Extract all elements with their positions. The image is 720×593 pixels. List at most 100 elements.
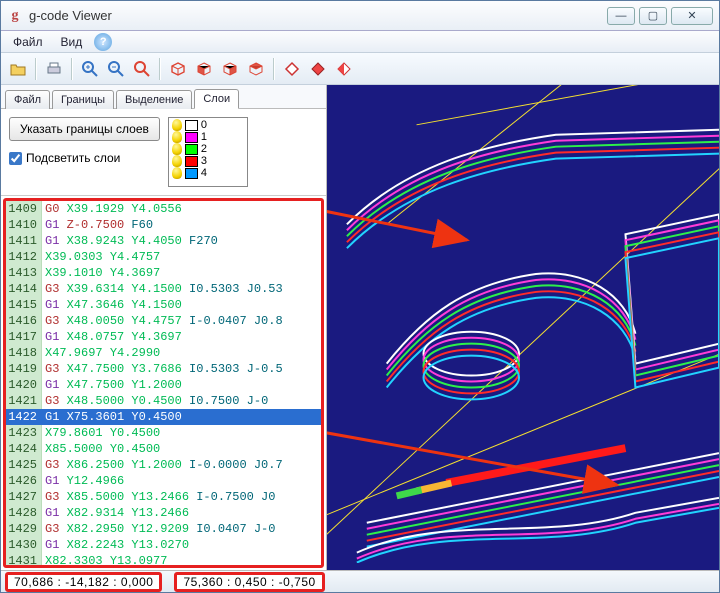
gcode-line[interactable]: 1424X85.5000 Y0.4500 xyxy=(6,441,321,457)
layer-panel: Указать границы слоев Подсветить слои 01… xyxy=(1,109,326,196)
tab-bounds[interactable]: Границы xyxy=(52,90,114,109)
open-icon[interactable] xyxy=(7,58,29,80)
tab-file[interactable]: Файл xyxy=(5,90,50,109)
tab-selection[interactable]: Выделение xyxy=(116,90,192,109)
tabbar: Файл Границы Выделение Слои xyxy=(1,85,326,109)
view-side-icon[interactable] xyxy=(219,58,241,80)
gcode-line[interactable]: 1428G1 X82.9314 Y13.2466 xyxy=(6,505,321,521)
diamond-red-icon[interactable] xyxy=(307,58,329,80)
line-text: G1 X48.0757 Y4.3697 xyxy=(42,329,182,345)
view-iso-icon[interactable] xyxy=(167,58,189,80)
gcode-listing-highlight: 1409G0 X39.1929 Y4.05561410G1 Z-0.7500 F… xyxy=(3,198,324,568)
layer-index: 1 xyxy=(201,131,207,143)
set-layer-bounds-button[interactable]: Указать границы слоев xyxy=(9,117,160,141)
gcode-line[interactable]: 1427G3 X85.5000 Y13.2466 I-0.7500 J0 xyxy=(6,489,321,505)
line-number: 1425 xyxy=(6,457,42,473)
line-number: 1414 xyxy=(6,281,42,297)
bulb-icon xyxy=(172,131,182,143)
highlight-layers-input[interactable] xyxy=(9,152,22,165)
line-number: 1410 xyxy=(6,217,42,233)
gcode-line[interactable]: 1414G3 X39.6314 Y4.1500 I0.5303 J0.53 xyxy=(6,281,321,297)
gcode-line[interactable]: 1431X82.3303 Y13.0977 xyxy=(6,553,321,565)
tab-layers[interactable]: Слои xyxy=(194,89,239,109)
gcode-line[interactable]: 1417G1 X48.0757 Y4.3697 xyxy=(6,329,321,345)
diamond-half-icon[interactable] xyxy=(333,58,355,80)
line-number: 1426 xyxy=(6,473,42,489)
line-number: 1417 xyxy=(6,329,42,345)
line-text: X82.3303 Y13.0977 xyxy=(42,553,167,565)
viewport-3d[interactable] xyxy=(327,85,719,570)
gcode-line[interactable]: 1416G3 X48.0050 Y4.4757 I-0.0407 J0.8 xyxy=(6,313,321,329)
line-number: 1424 xyxy=(6,441,42,457)
menu-view[interactable]: Вид xyxy=(53,33,91,51)
view-front-icon[interactable] xyxy=(193,58,215,80)
line-number: 1416 xyxy=(6,313,42,329)
gcode-line[interactable]: 1421G3 X48.5000 Y0.4500 I0.7500 J-0 xyxy=(6,393,321,409)
line-number: 1415 xyxy=(6,297,42,313)
view-top-icon[interactable] xyxy=(245,58,267,80)
close-button[interactable]: ✕ xyxy=(671,7,713,25)
gcode-line[interactable]: 1413X39.1010 Y4.3697 xyxy=(6,265,321,281)
line-text: G3 X85.5000 Y13.2466 I-0.7500 J0 xyxy=(42,489,275,505)
line-text: G3 X47.7500 Y3.7686 I0.5303 J-0.5 xyxy=(42,361,283,377)
line-text: G1 Y12.4966 xyxy=(42,473,124,489)
print-icon[interactable] xyxy=(43,58,65,80)
maximize-button[interactable]: ▢ xyxy=(639,7,667,25)
diamond-white-icon[interactable] xyxy=(281,58,303,80)
gcode-line[interactable]: 1415G1 X47.3646 Y4.1500 xyxy=(6,297,321,313)
menu-file[interactable]: Файл xyxy=(5,33,51,51)
bulb-icon xyxy=(172,143,182,155)
gcode-line[interactable]: 1411G1 X38.9243 Y4.4050 F270 xyxy=(6,233,321,249)
gcode-line[interactable]: 1422G1 X75.3601 Y0.4500 xyxy=(6,409,321,425)
line-number: 1423 xyxy=(6,425,42,441)
minimize-button[interactable]: — xyxy=(607,7,635,25)
gcode-line[interactable]: 1420G1 X47.7500 Y1.2000 xyxy=(6,377,321,393)
left-pane: Файл Границы Выделение Слои Указать гран… xyxy=(1,85,327,570)
layer-index: 0 xyxy=(201,119,207,131)
bulb-icon xyxy=(172,155,182,167)
gcode-line[interactable]: 1418X47.9697 Y4.2990 xyxy=(6,345,321,361)
line-text: G0 X39.1929 Y4.0556 xyxy=(42,201,182,217)
layer-row[interactable]: 4 xyxy=(170,167,246,179)
highlight-layers-checkbox[interactable]: Подсветить слои xyxy=(9,151,160,165)
separator xyxy=(273,58,275,80)
line-number: 1409 xyxy=(6,201,42,217)
line-text: G3 X86.2500 Y1.2000 I-0.0000 J0.7 xyxy=(42,457,283,473)
zoom-window-icon[interactable] xyxy=(131,58,153,80)
line-number: 1427 xyxy=(6,489,42,505)
gcode-line[interactable]: 1430G1 X82.2243 Y13.0270 xyxy=(6,537,321,553)
layer-row[interactable]: 2 xyxy=(170,143,246,155)
gcode-line[interactable]: 1426G1 Y12.4966 xyxy=(6,473,321,489)
zoom-out-icon[interactable] xyxy=(105,58,127,80)
zoom-in-icon[interactable] xyxy=(79,58,101,80)
layer-row[interactable]: 0 xyxy=(170,119,246,131)
gcode-line[interactable]: 1412X39.0303 Y4.4757 xyxy=(6,249,321,265)
gcode-line[interactable]: 1425G3 X86.2500 Y1.2000 I-0.0000 J0.7 xyxy=(6,457,321,473)
line-number: 1429 xyxy=(6,521,42,537)
menu-help-icon[interactable]: ? xyxy=(94,33,112,51)
gcode-line[interactable]: 1410G1 Z-0.7500 F60 xyxy=(6,217,321,233)
line-number: 1428 xyxy=(6,505,42,521)
line-text: G3 X39.6314 Y4.1500 I0.5303 J0.53 xyxy=(42,281,283,297)
line-number: 1420 xyxy=(6,377,42,393)
separator xyxy=(35,58,37,80)
gcode-line[interactable]: 1409G0 X39.1929 Y4.0556 xyxy=(6,201,321,217)
gcode-line[interactable]: 1419G3 X47.7500 Y3.7686 I0.5303 J-0.5 xyxy=(6,361,321,377)
gcode-line[interactable]: 1423X79.8601 Y0.4500 xyxy=(6,425,321,441)
layer-list[interactable]: 01234 xyxy=(168,117,248,187)
layer-row[interactable]: 1 xyxy=(170,131,246,143)
line-number: 1413 xyxy=(6,265,42,281)
statusbar: 70,686 : -14,182 : 0,000 75,360 : 0,450 … xyxy=(1,570,719,592)
menubar: Файл Вид ? xyxy=(1,31,719,53)
separator xyxy=(159,58,161,80)
layer-index: 2 xyxy=(201,143,207,155)
layer-row[interactable]: 3 xyxy=(170,155,246,167)
window-title: g-code Viewer xyxy=(29,8,607,23)
window-controls: — ▢ ✕ xyxy=(607,7,713,25)
line-text: G3 X48.5000 Y0.4500 I0.7500 J-0 xyxy=(42,393,268,409)
bulb-icon xyxy=(172,119,182,131)
gcode-line[interactable]: 1429G3 X82.2950 Y12.9209 I0.0407 J-0 xyxy=(6,521,321,537)
line-text: G1 X82.2243 Y13.0270 xyxy=(42,537,189,553)
gcode-listing[interactable]: 1409G0 X39.1929 Y4.05561410G1 Z-0.7500 F… xyxy=(6,201,321,565)
viewport-svg xyxy=(327,85,719,563)
